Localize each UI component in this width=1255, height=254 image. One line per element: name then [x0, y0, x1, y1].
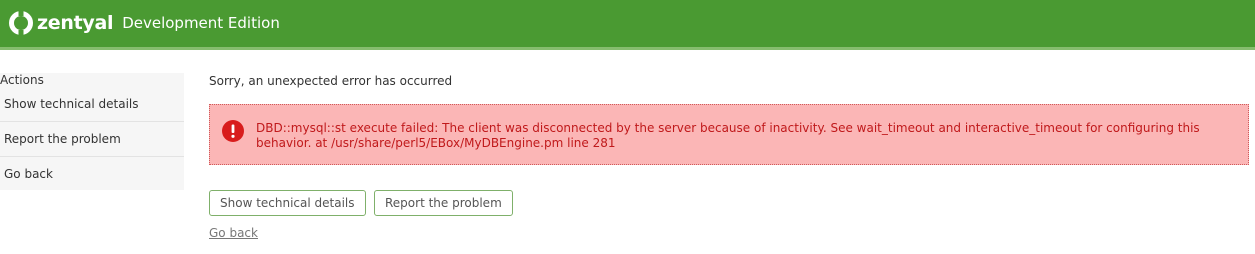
error-message-box: DBD::mysql::st execute failed: The clien…	[209, 104, 1249, 165]
zentyal-logo-icon	[9, 10, 33, 36]
error-message-text: DBD::mysql::st execute failed: The clien…	[256, 121, 1200, 150]
report-problem-button[interactable]: Report the problem	[374, 190, 513, 216]
header-underline	[0, 47, 1255, 50]
sidebar-item-show-technical-details[interactable]: Show technical details	[0, 87, 184, 122]
edition-label: Development Edition	[122, 14, 280, 32]
brand-logo[interactable]: zentyal Development Edition	[8, 10, 280, 36]
show-technical-details-button[interactable]: Show technical details	[209, 190, 366, 216]
sidebar-title: Actions	[0, 73, 44, 87]
go-back-link[interactable]: Go back	[209, 226, 258, 240]
top-header-bar: zentyal Development Edition	[0, 0, 1255, 47]
sidebar-item-report-problem[interactable]: Report the problem	[0, 122, 184, 157]
actions-sidebar: Actions Show technical details Report th…	[0, 73, 184, 190]
sidebar-item-go-back[interactable]: Go back	[0, 157, 184, 192]
page-title: Sorry, an unexpected error has occurred	[209, 74, 453, 88]
error-exclamation-icon	[222, 120, 244, 142]
brand-name: zentyal	[37, 12, 114, 34]
